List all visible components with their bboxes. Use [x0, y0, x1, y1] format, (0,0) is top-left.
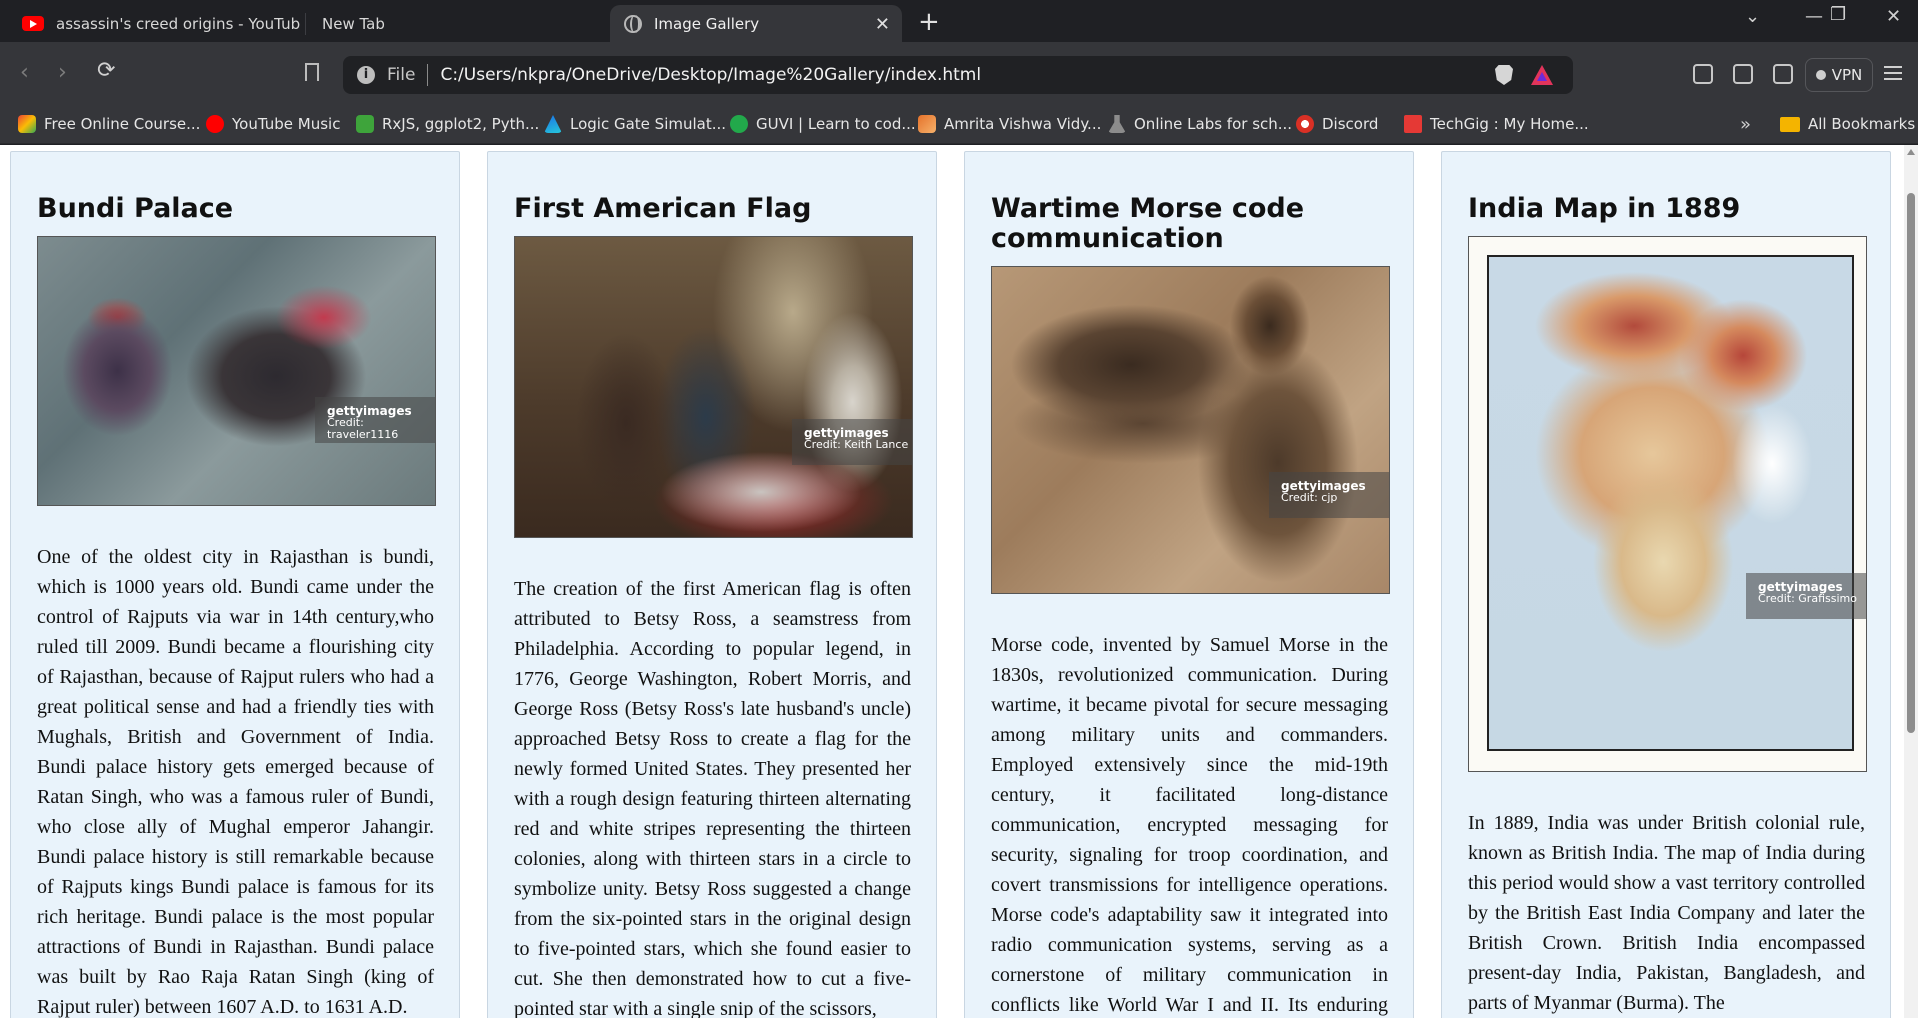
morse-code-image: gettyimages Credit: cjp — [991, 266, 1390, 594]
vpn-status-icon — [1815, 70, 1826, 80]
bookmark-item[interactable]: GUVI | Learn to cod... — [730, 115, 916, 133]
bookmark-item[interactable]: YouTube Music — [206, 115, 340, 133]
getty-watermark: gettyimages Credit: traveler1116 — [315, 397, 435, 443]
bookmark-label: All Bookmarks — [1808, 115, 1916, 133]
folder-icon — [1780, 116, 1800, 132]
map-illustration — [1487, 255, 1854, 751]
getty-watermark: gettyimages Credit: Grafissimo — [1746, 573, 1866, 619]
bookmark-favicon-icon — [918, 115, 936, 133]
tab-new-tab[interactable]: New Tab — [305, 13, 605, 35]
bookmark-item[interactable]: TechGig : My Home... — [1404, 115, 1589, 133]
tab-search-icon[interactable]: ⌄ — [1745, 6, 1760, 27]
youtube-icon — [22, 16, 44, 31]
card-title: India Map in 1889 — [1468, 193, 1741, 224]
getty-watermark: gettyimages Credit: Keith Lance — [792, 419, 912, 465]
getty-watermark: gettyimages Credit: cjp — [1269, 472, 1389, 518]
card-description: The creation of the first American flag … — [514, 578, 911, 1018]
all-bookmarks-button[interactable]: All Bookmarks — [1780, 115, 1915, 133]
minimize-icon[interactable]: — — [1805, 6, 1823, 27]
bundi-palace-image: gettyimages Credit: traveler1116 — [37, 236, 436, 506]
url-text[interactable]: C:/Users/nkpra/OneDrive/Desktop/Image%20… — [440, 65, 981, 85]
card-description: In 1889, India was under British colonia… — [1468, 812, 1865, 1014]
bookmark-page-icon[interactable] — [305, 63, 319, 81]
more-bookmarks-icon[interactable]: » — [1740, 114, 1751, 135]
vpn-button[interactable]: VPN — [1805, 58, 1873, 92]
wallet-icon[interactable] — [1773, 64, 1793, 84]
bookmark-label: GUVI | Learn to cod... — [756, 115, 916, 133]
bookmark-label: TechGig : My Home... — [1430, 115, 1589, 133]
vpn-label: VPN — [1831, 66, 1863, 84]
bookmark-label: Online Labs for sch... — [1134, 115, 1293, 133]
brave-rewards-icon[interactable] — [1531, 65, 1553, 85]
bookmark-item[interactable]: Online Labs for sch... — [1108, 115, 1292, 133]
bookmark-favicon-icon — [18, 115, 36, 133]
bookmark-item[interactable]: Free Online Course... — [18, 115, 200, 133]
bookmark-label: Free Online Course... — [44, 115, 201, 133]
bookmark-item[interactable]: Logic Gate Simulat... — [544, 115, 726, 133]
bookmark-item[interactable]: Discord — [1296, 115, 1378, 133]
bookmark-favicon-icon — [730, 115, 748, 133]
card-description: One of the oldest city in Rajasthan is b… — [37, 546, 434, 1018]
card-title: Bundi Palace — [37, 193, 234, 224]
bookmark-label: Amrita Vishwa Vidy... — [944, 115, 1102, 133]
url-scheme: File — [387, 65, 416, 85]
card-title: Wartime Morse code communication — [991, 193, 1305, 254]
tab-image-gallery[interactable]: Image Gallery ✕ — [610, 5, 902, 42]
youtube-music-icon — [206, 115, 224, 133]
american-flag-image: gettyimages Credit: Keith Lance — [514, 236, 913, 538]
scroll-up-icon[interactable] — [1907, 149, 1915, 155]
india-map-image: gettyimages Credit: Grafissimo — [1468, 236, 1867, 772]
tab-youtube[interactable]: assassin's creed origins - YouTube — [10, 5, 300, 42]
page-viewport: Bundi Palace gettyimages Credit: traveler… — [0, 145, 1904, 1018]
tab-title: assassin's creed origins - YouTube — [56, 14, 300, 33]
bookmark-label: Discord — [1322, 115, 1379, 133]
bookmark-favicon-icon — [356, 115, 374, 133]
bookmark-favicon-icon — [1404, 115, 1422, 133]
bookmark-favicon-icon — [1108, 115, 1126, 133]
reload-icon[interactable]: ⟳ — [97, 60, 115, 82]
bookmark-favicon-icon — [1296, 115, 1314, 133]
tab-title: New Tab — [322, 15, 385, 33]
restore-icon[interactable]: ❐ — [1830, 4, 1846, 25]
bookmark-item[interactable]: Amrita Vishwa Vidy... — [918, 115, 1101, 133]
gallery-card: India Map in 1889 gettyimages Credit: Gra… — [1441, 151, 1891, 1018]
card-title: First American Flag — [514, 193, 812, 224]
bookmark-favicon-icon — [544, 115, 562, 133]
back-icon[interactable]: ‹ — [20, 62, 29, 84]
bookmark-label: Logic Gate Simulat... — [570, 115, 727, 133]
sidebar-icon[interactable] — [1733, 64, 1753, 84]
gallery-card: Bundi Palace gettyimages Credit: traveler… — [10, 151, 460, 1018]
bookmarks-bar: Free Online Course... YouTube Music RxJS… — [0, 108, 1918, 144]
address-bar[interactable]: i File C:/Users/nkpra/OneDrive/Desktop/I… — [343, 56, 1573, 94]
close-window-icon[interactable]: ✕ — [1886, 6, 1901, 27]
bookmark-item[interactable]: RxJS, ggplot2, Pyth... — [356, 115, 539, 133]
close-tab-icon[interactable]: ✕ — [875, 14, 890, 35]
globe-icon — [624, 14, 642, 33]
extensions-icon[interactable] — [1693, 64, 1713, 84]
bookmark-label: YouTube Music — [232, 115, 341, 133]
new-tab-button[interactable]: + — [918, 7, 940, 37]
tab-strip: assassin's creed origins - YouTube New T… — [0, 0, 1918, 42]
gallery-card: First American Flag gettyimages Credit: K… — [487, 151, 937, 1018]
vertical-scrollbar[interactable] — [1904, 145, 1918, 1018]
card-description: Morse code, invented by Samuel Morse in … — [991, 634, 1388, 1016]
bookmark-label: RxJS, ggplot2, Pyth... — [382, 115, 540, 133]
brave-shields-icon[interactable] — [1495, 65, 1513, 85]
scrollbar-thumb[interactable] — [1907, 193, 1915, 733]
divider — [427, 64, 429, 86]
info-icon[interactable]: i — [357, 66, 375, 84]
toolbar: ‹ › ⟳ i File C:/Users/nkpra/OneDrive/Des… — [0, 42, 1918, 108]
tab-title: Image Gallery — [654, 14, 760, 33]
gallery-card: Wartime Morse code communication gettyim… — [964, 151, 1414, 1018]
forward-icon[interactable]: › — [58, 62, 67, 84]
menu-icon[interactable] — [1884, 66, 1902, 80]
